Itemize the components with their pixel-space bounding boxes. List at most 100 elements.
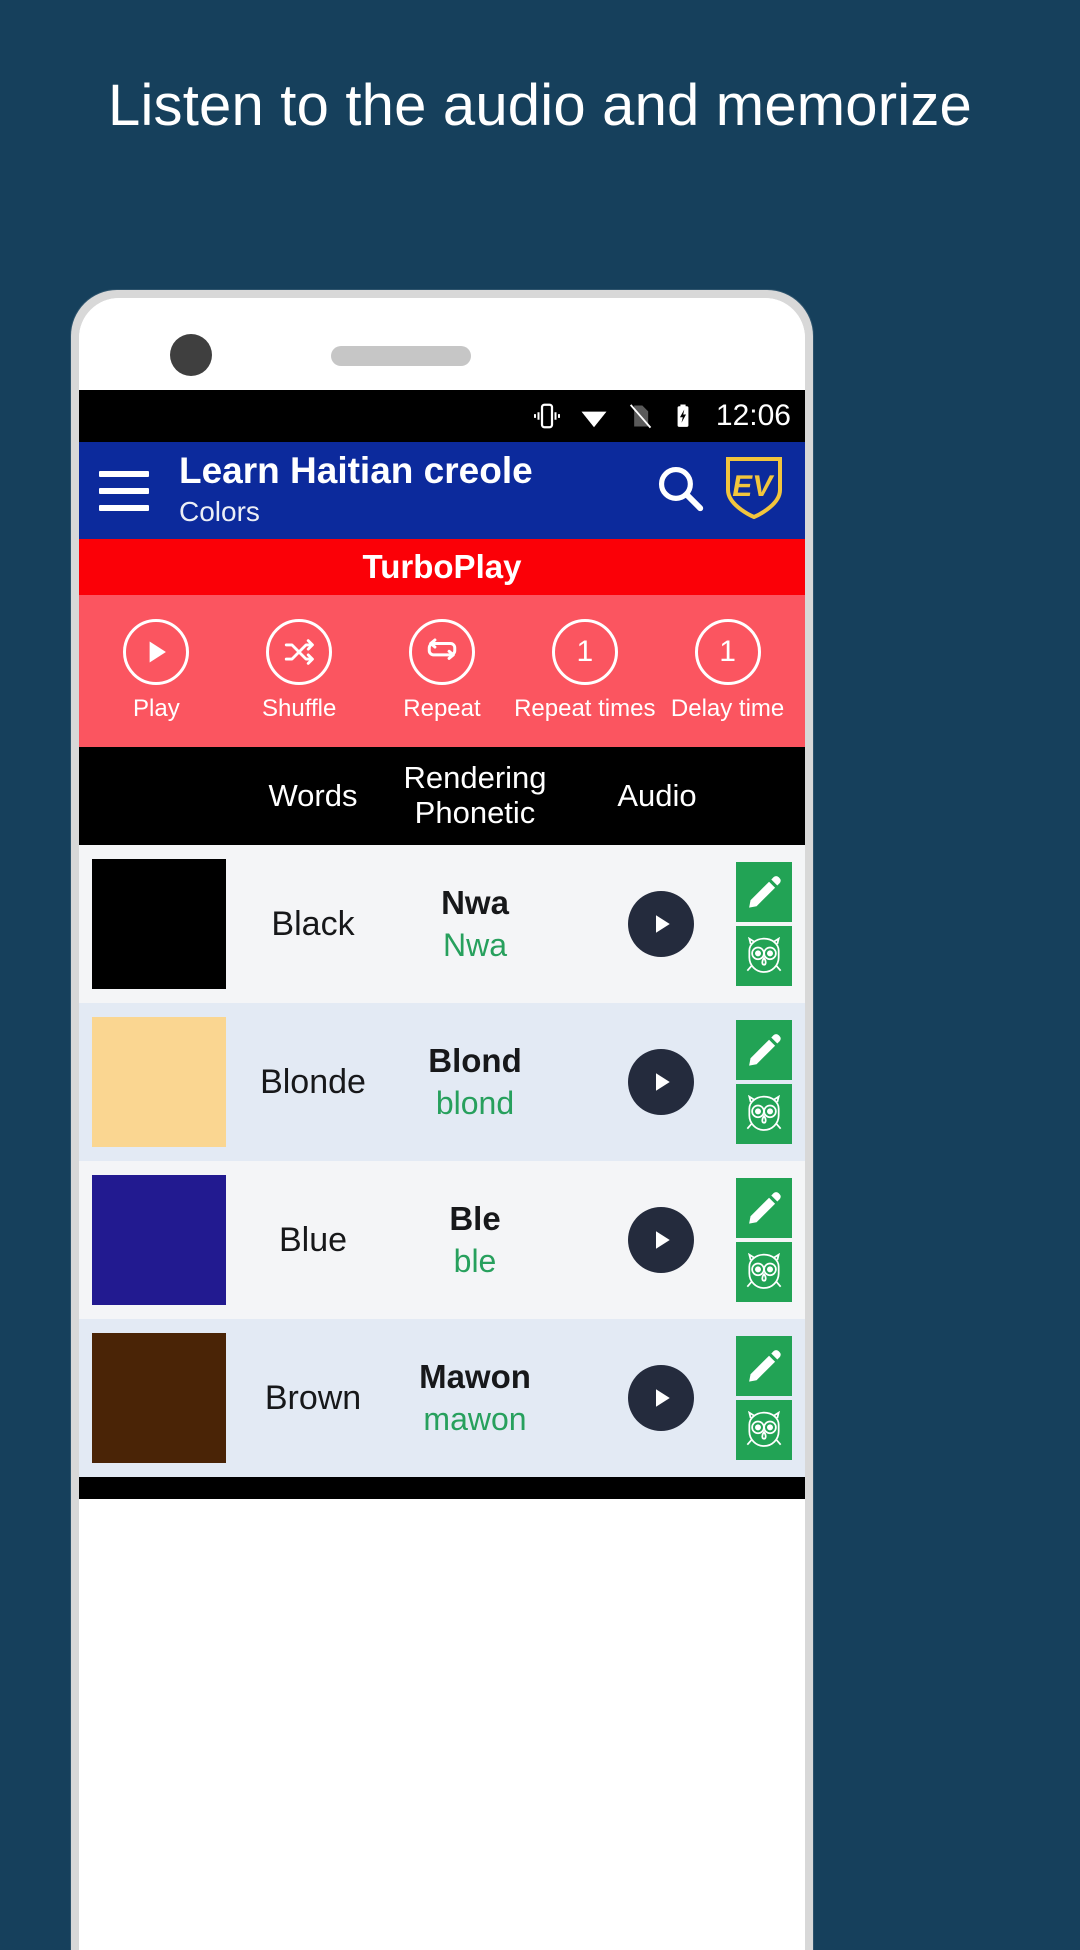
word-label: Brown [264, 1378, 362, 1417]
promo-headline: Listen to the audio and memorize [107, 73, 973, 138]
owl-icon [746, 1095, 782, 1131]
row-play-button[interactable] [628, 1049, 694, 1115]
table-row[interactable]: Blue Ble ble [79, 1161, 805, 1319]
turboplay-play-label: Play [133, 695, 180, 722]
row-play-button[interactable] [628, 1207, 694, 1273]
row-play-button[interactable] [628, 1365, 694, 1431]
app-logo-button[interactable]: EV [717, 456, 791, 525]
svg-text:EV: EV [730, 470, 776, 503]
memorize-button[interactable] [736, 1242, 792, 1302]
rendering-text: Ble [449, 1200, 501, 1238]
phonetic-text: Nwa [442, 926, 507, 963]
vibrate-icon [532, 401, 562, 431]
color-swatch [92, 859, 226, 989]
turboplay-delay-time-button[interactable]: 1 Delay time [660, 619, 796, 723]
turboplay-play-button[interactable]: Play [88, 619, 224, 723]
table-header-words: Words [268, 778, 358, 813]
rendering-text: Nwa [441, 884, 509, 922]
wifi-icon [578, 401, 610, 431]
app-bar: Learn Haitian creole Colors EV [79, 442, 805, 539]
color-swatch-cell [79, 1333, 239, 1463]
phonetic-text: ble [453, 1242, 497, 1279]
play-icon [656, 1073, 670, 1091]
ev-shield-logo-icon: EV [724, 456, 784, 525]
repeat-times-value: 1 [551, 619, 618, 685]
turboplay-delay-time-label: Delay time [670, 695, 785, 722]
owl-icon [746, 1411, 782, 1447]
turboplay-repeat-times-button[interactable]: 1 Repeat times [514, 619, 656, 723]
rendering-cell: Ble ble [387, 1198, 563, 1281]
hamburger-menu-icon[interactable] [99, 470, 149, 511]
color-swatch [92, 1333, 226, 1463]
play-icon [656, 1389, 670, 1407]
table-header-rendering: Rendering [403, 760, 547, 796]
word-label: Black [271, 904, 355, 943]
rendering-text: Blond [428, 1042, 522, 1080]
row-actions[interactable] [736, 1336, 792, 1460]
edit-button[interactable] [736, 1020, 792, 1080]
color-swatch-cell [79, 1017, 239, 1147]
table-row[interactable]: Brown Mawon mawon [79, 1319, 805, 1477]
pencil-icon [749, 1192, 781, 1224]
table-header-rendering-phonetic: Rendering Phonetic [387, 761, 563, 830]
rendering-cell: Nwa Nwa [387, 882, 563, 965]
table-row[interactable]: Blonde Blond blond [79, 1003, 805, 1161]
phone-screen: 12:06 Learn Haitian creole Colors EV Tur… [79, 298, 805, 1950]
rendering-text: Mawon [419, 1358, 531, 1396]
color-swatch [92, 1175, 226, 1305]
turboplay-controls: Play Shuffle Repeat 1 Repeat times 1 Del… [79, 595, 805, 747]
phonetic-text: blond [435, 1084, 515, 1121]
turboplay-repeat-times-label: Repeat times [514, 695, 656, 722]
phone-bezel [79, 298, 805, 390]
repeat-icon [408, 619, 475, 685]
memorize-button[interactable] [736, 1084, 792, 1144]
memorize-button[interactable] [736, 1400, 792, 1460]
owl-icon [746, 1253, 782, 1289]
rendering-cell: Mawon mawon [387, 1356, 563, 1439]
rendering-cell: Blond blond [387, 1040, 563, 1123]
shuffle-icon [266, 619, 333, 685]
phonetic-text: mawon [423, 1400, 527, 1437]
table-header-phonetic: Phonetic [414, 795, 536, 830]
table-header: Words Rendering Phonetic Audio [79, 747, 805, 845]
memorize-button[interactable] [736, 926, 792, 986]
page-subtitle: Colors [179, 495, 260, 527]
battery-charging-icon [670, 400, 696, 432]
edit-button[interactable] [736, 1178, 792, 1238]
turboplay-repeat-button[interactable]: Repeat [374, 619, 510, 723]
color-swatch-cell [79, 859, 239, 989]
no-sim-icon [626, 401, 654, 431]
pencil-icon [749, 1034, 781, 1066]
edit-button[interactable] [736, 862, 792, 922]
android-status-bar: 12:06 [79, 390, 805, 442]
color-swatch [92, 1017, 226, 1147]
word-list[interactable]: Black Nwa Nwa Blonde Blond blond Blue Bl… [79, 845, 805, 1499]
phone-frame: 12:06 Learn Haitian creole Colors EV Tur… [71, 290, 813, 1950]
search-icon [653, 461, 707, 520]
word-label: Blue [278, 1220, 348, 1259]
turboplay-shuffle-button[interactable]: Shuffle [231, 619, 367, 723]
pencil-icon [749, 1350, 781, 1382]
row-actions[interactable] [736, 1020, 792, 1144]
color-swatch-cell [79, 1175, 239, 1305]
edit-button[interactable] [736, 1336, 792, 1396]
page-title: Learn Haitian creole [179, 449, 533, 491]
word-label: Blonde [260, 1062, 366, 1101]
pencil-icon [749, 876, 781, 908]
play-icon [123, 619, 190, 685]
front-camera-icon [170, 334, 212, 376]
earpiece-speaker [331, 346, 471, 366]
search-button[interactable] [643, 461, 717, 520]
delay-time-value: 1 [694, 619, 761, 685]
app-bar-titles: Learn Haitian creole Colors [179, 449, 643, 530]
row-actions[interactable] [736, 862, 792, 986]
turboplay-repeat-label: Repeat [403, 695, 481, 722]
row-play-button[interactable] [628, 891, 694, 957]
row-actions[interactable] [736, 1178, 792, 1302]
play-icon [656, 915, 670, 933]
screen-bottom-edge [79, 1477, 805, 1499]
status-bar-clock: 12:06 [715, 399, 791, 432]
turboplay-title: TurboPlay [79, 539, 805, 595]
play-icon [656, 1231, 670, 1249]
table-row[interactable]: Black Nwa Nwa [79, 845, 805, 1003]
